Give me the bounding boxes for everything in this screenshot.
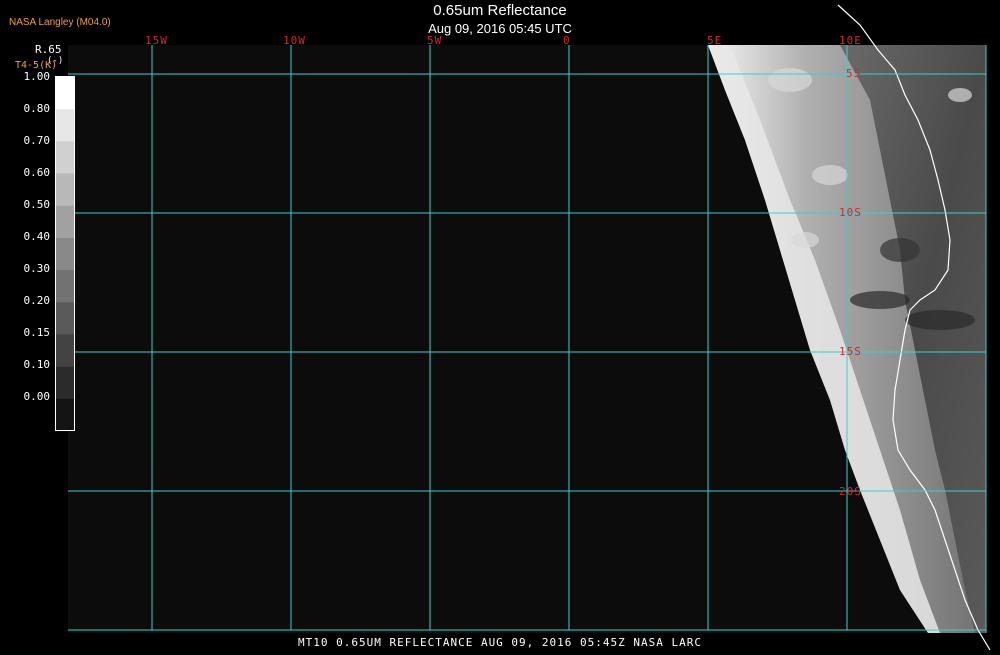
colorbar-step: [56, 173, 74, 207]
lat-label-10s: 10S: [839, 206, 862, 219]
colorbar-step: [56, 398, 74, 432]
satellite-image-frame: NASA Langley (M04.0) 0.65um Reflectance …: [0, 0, 1000, 651]
image-title: 0.65um Reflectance: [433, 2, 567, 19]
colorbar-tick-label: 0.30: [23, 262, 51, 275]
lon-label-0: 0: [563, 34, 571, 47]
colorbar-step: [56, 109, 74, 142]
colorbar-step: [56, 334, 74, 368]
lat-label-15s: 15S: [839, 345, 862, 358]
colorbar-step: [56, 366, 74, 400]
colorbar-tick-label: 0.10: [23, 358, 51, 371]
colorbar-tick-label: 1.00: [23, 70, 51, 83]
lon-label-5w: 5W: [427, 34, 443, 47]
footer-caption: MT10 0.65UM REFLECTANCE AUG 09, 2016 05:…: [298, 636, 702, 649]
colorbar: [55, 76, 75, 432]
colorbar-title: R.65: [35, 43, 62, 56]
colorbar-step: [56, 205, 74, 239]
lon-label-5e: 5E: [707, 34, 723, 47]
colorbar-tick-label: 0.40: [23, 230, 51, 243]
colorbar-tick-label: 0.60: [23, 166, 51, 179]
colorbar-step: [56, 270, 74, 303]
colorbar-step: [56, 237, 74, 271]
lat-label-20s: 20S: [839, 485, 862, 498]
colorbar-step: [56, 302, 74, 335]
lon-label-15w: 15W: [145, 34, 168, 47]
colorbar-tick-label: 0.20: [23, 294, 51, 307]
colorbar-step: [56, 141, 74, 175]
lon-label-10e: 10E: [839, 34, 862, 47]
colorbar-tick-label: 0.70: [23, 134, 51, 147]
lat-label-5s: 5S: [846, 67, 862, 80]
reflectance-map: [68, 4, 991, 651]
colorbar-tick-label: 0.80: [23, 102, 51, 115]
colorbar-tick-label: 0.15: [23, 326, 51, 339]
colorbar-tick-label: 0.50: [23, 198, 51, 211]
colorbar-step: [56, 77, 74, 110]
colorbar-tick-label: 0.00: [23, 390, 51, 403]
lon-label-10w: 10W: [283, 34, 306, 47]
